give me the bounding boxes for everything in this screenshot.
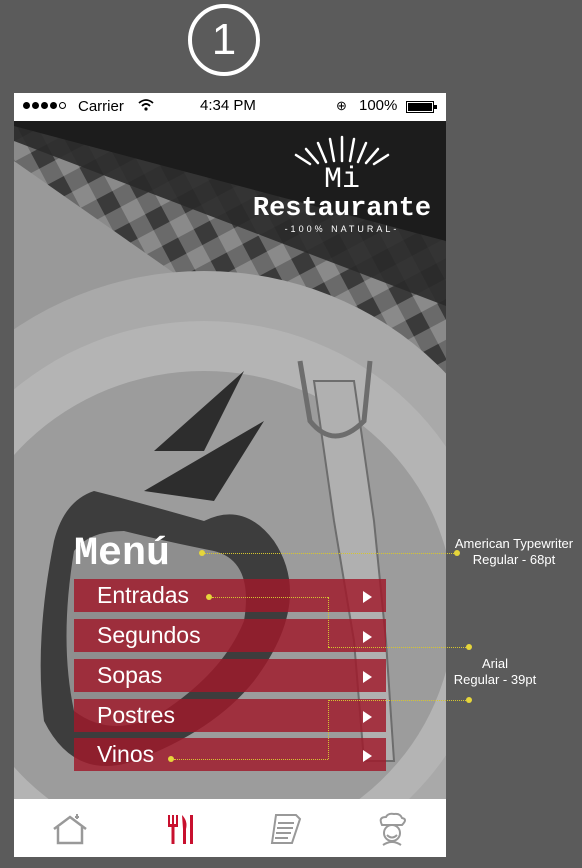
carrier-label: Carrier <box>78 98 124 115</box>
fork-knife-icon <box>168 815 193 844</box>
document-icon <box>270 814 302 844</box>
tab-orders[interactable] <box>266 811 306 847</box>
chevron-right-icon <box>363 711 372 723</box>
menu-item-label: Sopas <box>97 662 163 688</box>
annotation-line <box>328 597 329 647</box>
annotation-line <box>205 553 456 554</box>
logo-tagline: -100% NATURAL- <box>284 224 400 234</box>
menu-item-sopas[interactable]: Sopas <box>74 659 386 692</box>
tab-home[interactable] <box>50 811 90 847</box>
logo-line-1: Mi <box>323 163 360 197</box>
annotation-line <box>328 700 468 701</box>
step-number-badge: 1 <box>188 4 260 76</box>
orientation-lock-icon: ⊕ <box>336 98 347 113</box>
annotation-marker <box>466 697 472 703</box>
chevron-right-icon <box>363 671 372 683</box>
item-font-annotation: Arial Regular - 39pt <box>453 656 537 687</box>
annotation-line <box>328 647 468 648</box>
logo-line-2: Restaurante <box>252 194 432 224</box>
wifi-icon <box>138 98 154 115</box>
menu-item-label: Vinos <box>97 741 155 767</box>
title-font-annotation: American Typewriter Regular - 68pt <box>454 536 574 567</box>
menu-item-label: Postres <box>97 702 175 728</box>
status-bar: Carrier 4:34 PM ⊕ 100% <box>14 93 446 121</box>
menu-item-postres[interactable]: Postres <box>74 699 386 732</box>
tab-bar <box>14 799 446 857</box>
home-icon <box>53 814 87 845</box>
clock-time: 4:34 PM <box>200 97 256 114</box>
menu-item-vinos[interactable]: Vinos <box>74 738 386 771</box>
signal-dots-icon <box>23 102 66 109</box>
battery-icon <box>406 101 437 113</box>
menu-item-label: Entradas <box>97 582 190 608</box>
menu-title: Menú <box>74 532 171 577</box>
chevron-right-icon <box>363 631 372 643</box>
tab-menu[interactable] <box>160 811 200 847</box>
annotation-line <box>212 597 328 598</box>
annotation-line <box>328 700 329 759</box>
chef-icon <box>379 812 406 846</box>
menu-item-label: Segundos <box>97 622 201 648</box>
menu-item-entradas[interactable]: Entradas <box>74 579 386 612</box>
chevron-right-icon <box>363 591 372 603</box>
chevron-right-icon <box>363 750 372 762</box>
tab-chef[interactable] <box>372 811 412 847</box>
sunburst-icon <box>294 135 390 166</box>
annotation-marker <box>466 644 472 650</box>
phone-screen: Carrier 4:34 PM ⊕ 100% Mi Restaurante -1… <box>14 93 446 857</box>
restaurant-logo: Mi Restaurante -100% NATURAL- <box>242 129 442 234</box>
annotation-line <box>174 759 328 760</box>
hero-background: Mi Restaurante -100% NATURAL- Menú Entra… <box>14 121 446 799</box>
battery-percent: 100% <box>359 97 398 114</box>
